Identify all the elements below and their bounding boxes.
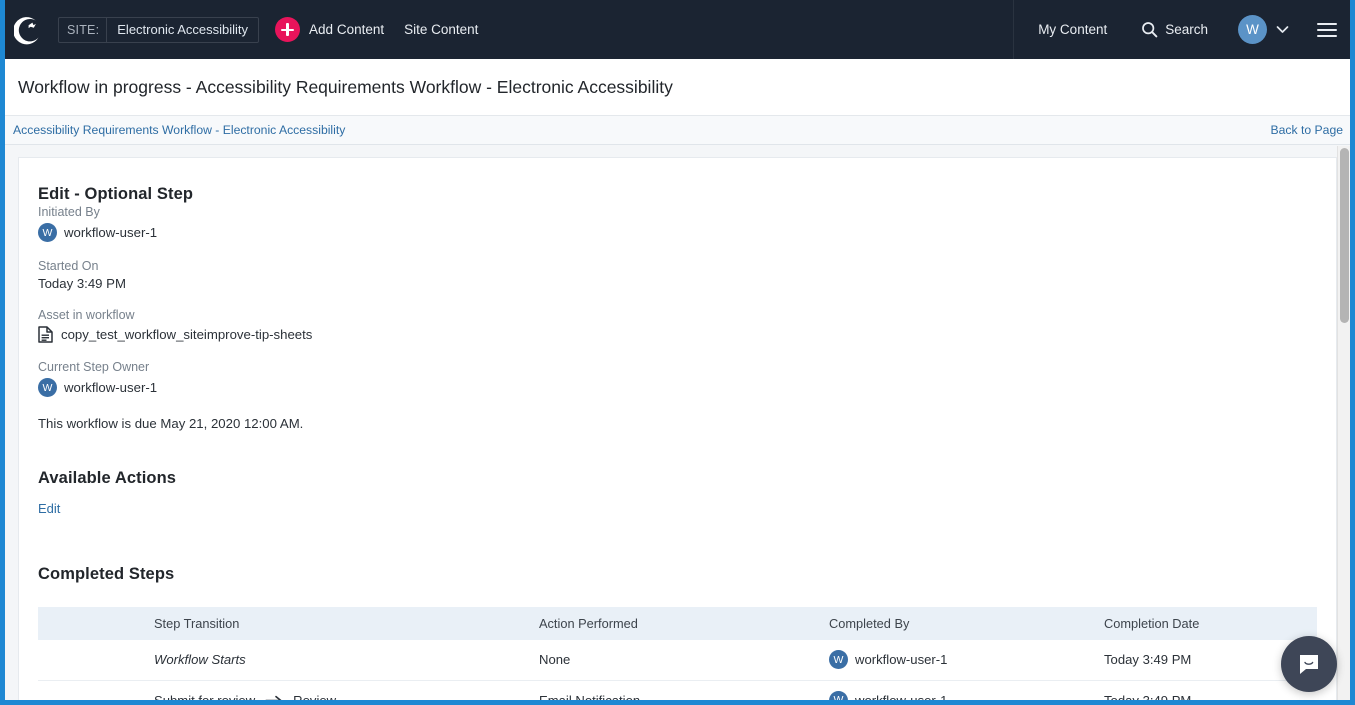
content-scroll-area: Edit - Optional Step Initiated By W work…	[0, 146, 1355, 705]
asset-label: Asset in workflow	[38, 308, 135, 322]
table-header: Step Transition Action Performed Complet…	[38, 607, 1317, 640]
column-header-completion-date: Completion Date	[1096, 607, 1317, 640]
column-header-completed-by: Completed By	[821, 607, 1096, 640]
table-header-row: Step Transition Action Performed Complet…	[38, 607, 1317, 640]
page-title-bar: Workflow in progress - Accessibility Req…	[0, 59, 1355, 115]
column-header-action: Action Performed	[531, 607, 821, 640]
avatar: W	[38, 223, 57, 242]
bottom-edge-stripe	[0, 700, 1355, 705]
column-header-transition: Step Transition	[146, 607, 531, 640]
started-on-group: Started On Today 3:49 PM	[38, 259, 1317, 291]
initiated-by-username: workflow-user-1	[64, 225, 158, 240]
my-content-button[interactable]: My Content	[1038, 22, 1107, 37]
app-root: SITE: Electronic Accessibility Add Conte…	[0, 0, 1355, 705]
initiated-by-value: W workflow-user-1	[38, 223, 1317, 242]
top-navigation-bar: SITE: Electronic Accessibility Add Conte…	[0, 0, 1355, 59]
action-edit-link[interactable]: Edit	[38, 501, 60, 516]
chat-bubble-icon	[1300, 655, 1318, 674]
step-title: Edit - Optional Step	[38, 185, 194, 203]
site-content-button[interactable]: Site Content	[404, 22, 478, 37]
row-step-transition: Workflow Starts	[146, 640, 531, 681]
cascade-crescent-logo-icon[interactable]	[12, 13, 46, 47]
search-icon	[1141, 21, 1158, 38]
completed-by-name: workflow-user-1	[855, 652, 948, 668]
nav-right-group: My Content Search W	[1013, 0, 1355, 59]
table-row: Workflow Starts None Wworkflow-user-1 Today…	[38, 640, 1317, 681]
completed-steps-heading: Completed Steps	[38, 565, 175, 583]
right-edge-stripe	[1350, 0, 1355, 705]
available-actions-list: Edit	[38, 488, 1317, 518]
current-step-owner-group: Current Step Owner W workflow-user-1	[38, 360, 1317, 397]
initiated-by-label: Initiated By	[38, 205, 100, 219]
column-header-icon	[38, 607, 146, 640]
scrollbar-thumb[interactable]	[1340, 148, 1349, 323]
current-step-owner-value: W workflow-user-1	[38, 378, 1317, 397]
avatar[interactable]: W	[1238, 15, 1267, 44]
breadcrumb-link-workflow[interactable]: Accessibility Requirements Workflow - El…	[13, 123, 345, 137]
add-content-plus-icon[interactable]	[275, 17, 301, 42]
started-on-label: Started On	[38, 259, 99, 273]
workflow-detail-card: Edit - Optional Step Initiated By W work…	[18, 157, 1337, 705]
nav-left-group: SITE: Electronic Accessibility Add Conte…	[0, 0, 500, 59]
add-content-button[interactable]: Add Content	[309, 22, 384, 37]
asset-value-row: copy_test_workflow_siteimprove-tip-sheet…	[38, 326, 1317, 343]
left-edge-stripe	[0, 0, 5, 705]
page-title: Workflow in progress - Accessibility Req…	[18, 76, 673, 97]
transition-from: Workflow Starts	[154, 652, 246, 668]
row-completed-by: Wworkflow-user-1	[821, 640, 1096, 681]
asset-group: Asset in workflow copy_test_workflow_sit…	[38, 308, 1317, 343]
row-comment-cell	[38, 640, 146, 681]
asset-name: copy_test_workflow_siteimprove-tip-sheet…	[61, 327, 313, 342]
row-action-performed: None	[531, 640, 821, 681]
site-selector-badge[interactable]: SITE: Electronic Accessibility	[58, 16, 260, 43]
current-step-owner-label: Current Step Owner	[38, 360, 150, 374]
vertical-scrollbar[interactable]	[1337, 146, 1350, 700]
document-icon	[38, 326, 53, 343]
search-label: Search	[1165, 22, 1208, 37]
site-label: SITE:	[67, 22, 100, 37]
search-button[interactable]: Search	[1141, 21, 1208, 38]
avatar: W	[829, 650, 848, 670]
chevron-down-icon[interactable]	[1276, 23, 1289, 37]
table-body: Workflow Starts None Wworkflow-user-1 Today…	[38, 640, 1317, 705]
avatar: W	[38, 378, 57, 397]
started-on-value: Today 3:49 PM	[38, 276, 126, 291]
available-actions-heading: Available Actions	[38, 469, 177, 487]
back-to-page-link[interactable]: Back to Page	[1271, 123, 1344, 137]
site-name-value: Electronic Accessibility	[106, 17, 258, 42]
chat-widget-button[interactable]	[1281, 636, 1337, 692]
breadcrumb: Accessibility Requirements Workflow - El…	[0, 115, 1355, 145]
hamburger-menu-icon[interactable]	[1317, 19, 1337, 41]
completed-steps-table: Step Transition Action Performed Complet…	[38, 607, 1317, 705]
current-step-owner-username: workflow-user-1	[64, 380, 158, 395]
workflow-due-note: This workflow is due May 21, 2020 12:00 …	[38, 416, 304, 431]
